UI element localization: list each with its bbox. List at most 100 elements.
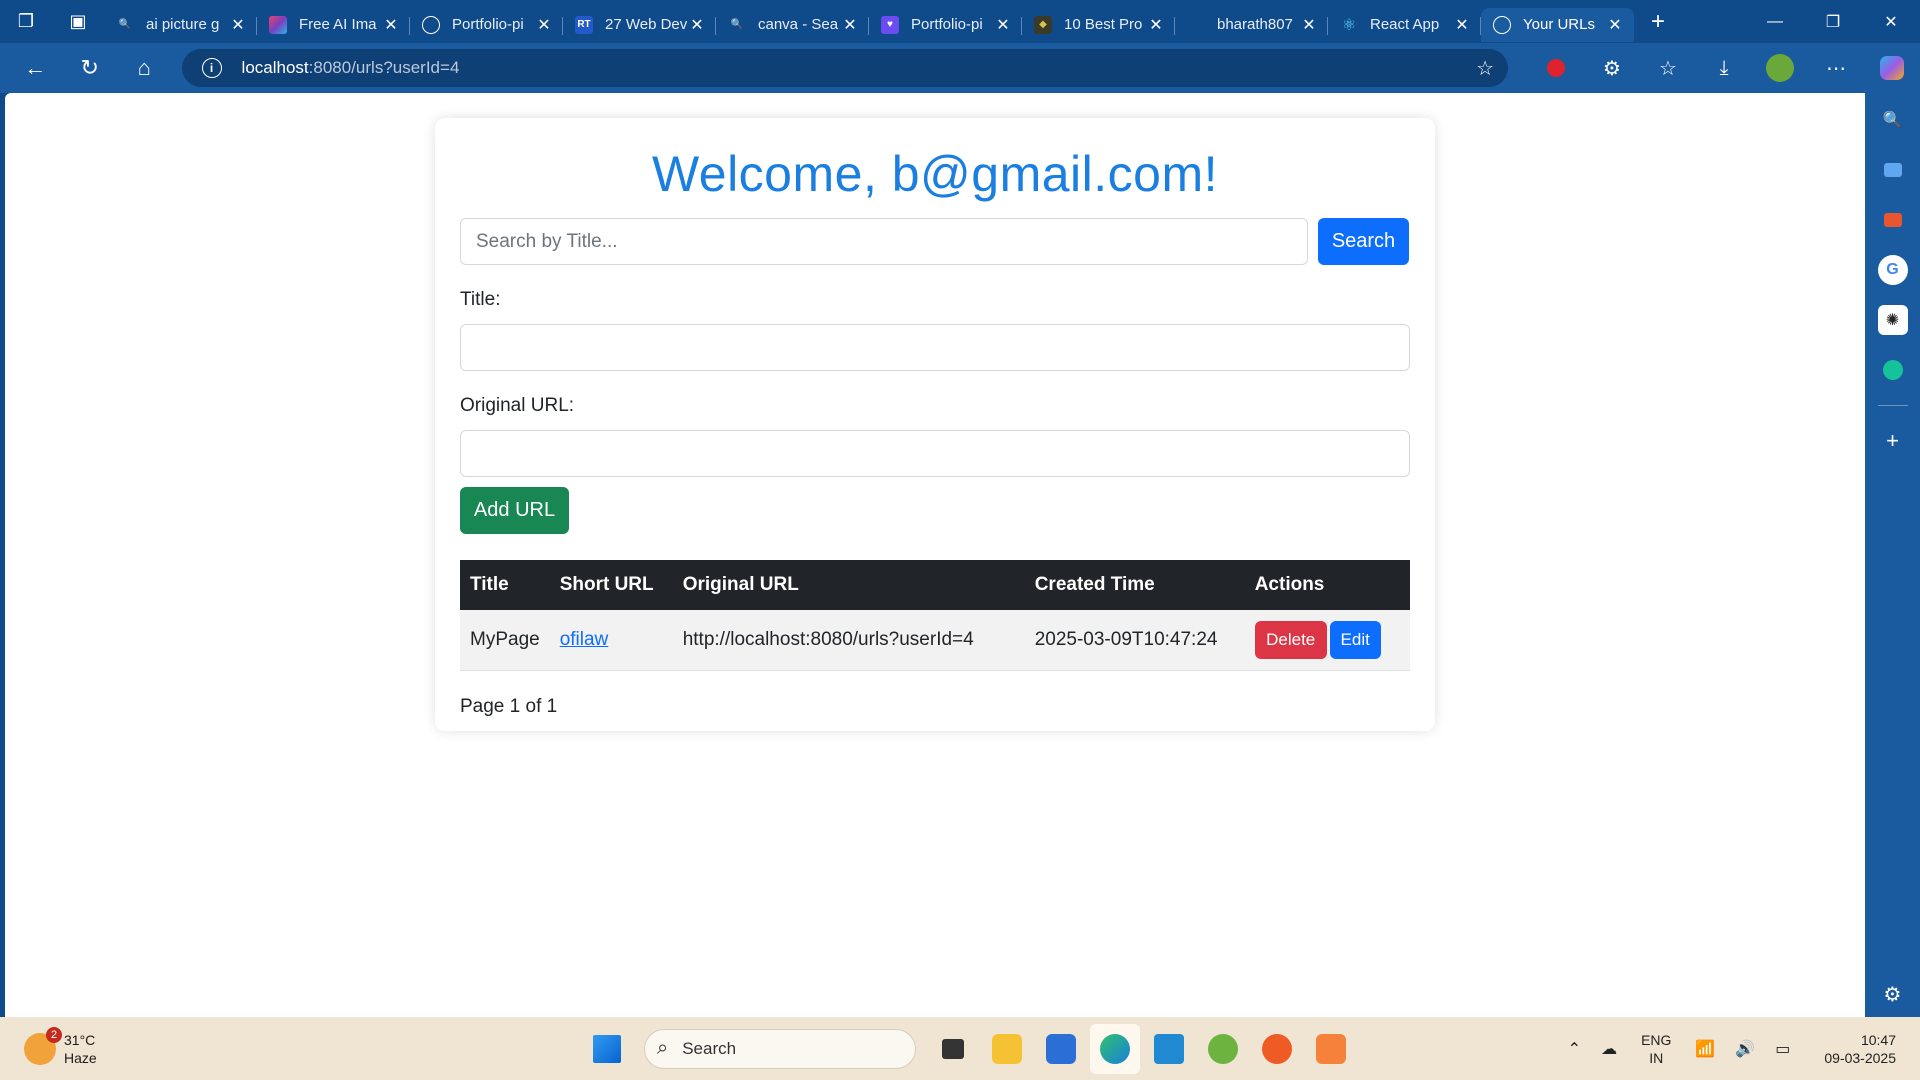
volume-icon[interactable]: 🔊 <box>1735 1039 1755 1059</box>
original-url-input[interactable] <box>460 430 1410 477</box>
column-header: Actions <box>1254 574 1325 595</box>
system-tray: ⌃ ☁ ENG IN 📶 🔊 ▭ 10:47 09-03-2025 <box>1558 1017 1920 1080</box>
address-bar[interactable]: i localhost:8080/urls?userId=4 ☆ <box>181 49 1508 87</box>
tab-label: canva - Sea <box>758 16 839 33</box>
site-info-icon[interactable]: i <box>201 58 222 78</box>
weather-widget[interactable]: 2 31°C Haze <box>24 1026 144 1067</box>
browser-tab[interactable]: Portfolio-pi ✕ <box>410 8 563 42</box>
vscode-icon[interactable] <box>1144 1024 1194 1074</box>
search-icon[interactable]: 🔍 <box>1878 105 1908 135</box>
browser-tab[interactable]: ⚛ React App ✕ <box>1328 8 1481 42</box>
browser-tab[interactable]: RT 27 Web Dev ✕ <box>563 8 716 42</box>
search-button[interactable]: Search <box>1318 218 1409 265</box>
tab-close-icon[interactable]: ✕ <box>994 15 1012 35</box>
tab-label: 27 Web Dev <box>605 16 688 33</box>
region-code: IN <box>1649 1049 1664 1066</box>
edit-button[interactable]: Edit <box>1329 620 1381 659</box>
tab-close-icon[interactable]: ✕ <box>1147 15 1165 35</box>
edge-browser-icon[interactable] <box>1090 1023 1140 1074</box>
browser-tab-active[interactable]: Your URLs ✕ <box>1481 7 1634 42</box>
browser-tab[interactable]: Free AI Ima ✕ <box>257 8 410 42</box>
url-path: :8080/urls?userId=4 <box>308 58 460 77</box>
new-tab-button[interactable]: + <box>1638 5 1678 39</box>
tab-close-icon[interactable]: ✕ <box>841 15 859 35</box>
temperature: 31°C <box>64 1031 96 1048</box>
spring-icon[interactable] <box>1198 1024 1248 1074</box>
delete-button[interactable]: Delete <box>1254 620 1327 659</box>
tab-label: Free AI Ima <box>299 16 377 33</box>
chatgpt-icon[interactable]: ✺ <box>1877 305 1908 335</box>
tab-close-icon[interactable]: ✕ <box>688 15 706 35</box>
downloads-icon[interactable]: ⤓ <box>1696 57 1752 80</box>
tab-close-icon[interactable]: ✕ <box>1606 15 1624 35</box>
favorite-star-icon[interactable]: ☆ <box>1476 56 1494 81</box>
back-arrow-icon[interactable]: ← <box>8 48 63 88</box>
task-view-icon[interactable] <box>928 1024 978 1074</box>
column-header: Title <box>470 574 509 595</box>
restore-icon[interactable]: ❐ <box>1804 0 1862 43</box>
taskbar-search[interactable]: ⌕ Search <box>644 1028 916 1069</box>
pagination-text: Page 1 of 1 <box>460 695 558 717</box>
close-window-icon[interactable]: ✕ <box>1862 0 1920 43</box>
title-input[interactable] <box>460 324 1410 371</box>
tab-label: 10 Best Pro <box>1064 16 1143 33</box>
time-text: 10:47 <box>1860 1031 1896 1048</box>
language-indicator[interactable]: ENG IN <box>1641 1031 1671 1067</box>
page-viewport: Welcome, b@gmail.com! Search Title: Orig… <box>5 93 1865 1017</box>
google-icon[interactable]: G <box>1877 255 1908 285</box>
onedrive-error-icon[interactable]: ☁ <box>1601 1039 1617 1059</box>
start-windows-icon[interactable] <box>582 1024 632 1074</box>
tab-close-icon[interactable]: ✕ <box>535 15 553 35</box>
tab-actions-icon[interactable]: ▣ <box>52 0 104 43</box>
sidebar-divider <box>1877 405 1908 406</box>
battery-icon[interactable]: ▭ <box>1775 1039 1790 1059</box>
postman-icon[interactable] <box>1252 1024 1302 1074</box>
tab-label: Portfolio-pi <box>911 16 983 33</box>
add-url-button[interactable]: Add URL <box>460 487 569 534</box>
adblock-icon[interactable] <box>1528 59 1584 77</box>
add-icon[interactable]: + <box>1878 426 1908 456</box>
browser-tab-strip: ❐ ▣ 🔍 ai picture g ✕ Free AI Ima ✕ Portfoli… <box>0 0 1920 43</box>
copilot-icon[interactable] <box>1864 56 1920 80</box>
search-row: Search <box>460 218 1410 265</box>
grammarly-icon[interactable] <box>1878 355 1908 385</box>
browser-tab[interactable]: 🔍 canva - Sea ✕ <box>716 8 869 42</box>
favorites-icon[interactable]: ☆ <box>1640 56 1696 81</box>
chevron-up-icon[interactable]: ⌃ <box>1568 1039 1581 1059</box>
profile-avatar[interactable] <box>1752 54 1808 82</box>
tab-favicon-icon: ◆ <box>1034 15 1052 34</box>
extensions-icon[interactable]: ⚙ <box>1584 56 1640 81</box>
store-icon[interactable] <box>1036 1024 1086 1074</box>
search-input[interactable] <box>460 218 1308 265</box>
wifi-icon[interactable]: 📶 <box>1695 1039 1715 1059</box>
search-icon: ⌕ <box>657 1037 669 1059</box>
browser-tab[interactable]: ♥ Portfolio-pi ✕ <box>869 8 1022 42</box>
shopping-tag-icon[interactable] <box>1878 155 1908 185</box>
tab-close-icon[interactable]: ✕ <box>382 15 400 35</box>
search-icon: 🔍 <box>730 19 744 30</box>
settings-gear-icon[interactable]: ⚙ <box>1878 979 1908 1009</box>
xampp-icon[interactable] <box>1306 1024 1356 1074</box>
browser-toolbar: ← ↻ ⌂ i localhost:8080/urls?userId=4 ☆ ⚙… <box>0 43 1920 93</box>
tools-icon[interactable] <box>1878 205 1908 235</box>
home-icon[interactable]: ⌂ <box>117 48 172 88</box>
file-explorer-icon[interactable] <box>982 1024 1032 1074</box>
clock[interactable]: 10:47 09-03-2025 <box>1824 1031 1896 1067</box>
browser-tab[interactable]: ◆ 10 Best Pro ✕ <box>1022 8 1175 42</box>
tab-close-icon[interactable]: ✕ <box>229 15 247 35</box>
workspaces-icon[interactable]: ❐ <box>0 0 52 43</box>
minimize-icon[interactable]: — <box>1746 0 1804 43</box>
short-url-link[interactable]: ofilaw <box>560 629 609 650</box>
tab-label: Portfolio-pi <box>452 16 524 33</box>
tab-label: ai picture g <box>146 16 220 33</box>
tab-list: 🔍 ai picture g ✕ Free AI Ima ✕ Portfolio-pi… <box>104 0 1634 43</box>
window-controls: — ❐ ✕ <box>1746 0 1920 43</box>
more-menu-icon[interactable]: ⋯ <box>1808 56 1864 81</box>
browser-tab[interactable]: 🔍 ai picture g ✕ <box>104 8 257 42</box>
browser-tab[interactable]: bharath807 ✕ <box>1175 8 1328 42</box>
refresh-icon[interactable]: ↻ <box>63 48 118 88</box>
tab-close-icon[interactable]: ✕ <box>1453 15 1471 35</box>
tab-close-icon[interactable]: ✕ <box>1300 15 1318 35</box>
tab-label: React App <box>1370 16 1440 33</box>
tab-favicon-icon <box>269 15 287 34</box>
